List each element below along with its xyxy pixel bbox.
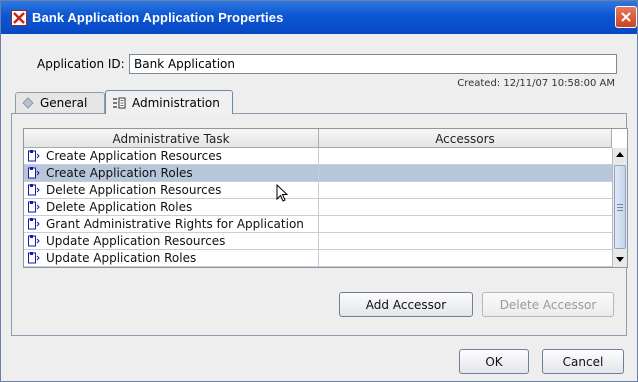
scroll-down-button[interactable] — [613, 253, 627, 267]
task-label: Update Application Resources — [46, 234, 226, 248]
window-title: Bank Application Application Properties — [32, 10, 284, 25]
column-header-task[interactable]: Administrative Task — [24, 129, 319, 148]
close-icon — [621, 12, 631, 22]
scroll-thumb[interactable] — [614, 165, 626, 249]
app-x-icon — [11, 9, 27, 26]
scroll-down-icon — [616, 257, 624, 262]
task-icon — [28, 150, 40, 162]
accessors-cell — [319, 199, 612, 215]
tab-administration-label: Administration — [132, 95, 220, 110]
table-body: Create Application Resources Create Appl… — [24, 148, 612, 267]
accessors-cell — [319, 148, 612, 164]
tab-administration[interactable]: Administration — [105, 90, 233, 114]
title-bar[interactable]: Bank Application Application Properties — [1, 1, 637, 34]
accessors-cell — [319, 233, 612, 249]
accessors-cell — [319, 250, 612, 266]
table-row[interactable]: Grant Administrative Rights for Applicat… — [24, 216, 612, 233]
table-header: Administrative Task Accessors — [24, 129, 612, 148]
table-row[interactable]: Delete Application Roles — [24, 199, 612, 216]
task-icon — [28, 235, 40, 247]
accessors-cell — [319, 216, 612, 232]
column-header-accessors[interactable]: Accessors — [319, 129, 612, 148]
task-label: Update Application Roles — [46, 251, 197, 265]
ok-button[interactable]: OK — [459, 349, 529, 374]
task-cell: Create Application Roles — [24, 165, 319, 181]
task-label: Delete Application Roles — [46, 200, 193, 214]
table-row[interactable]: Update Application Roles — [24, 250, 612, 267]
task-icon — [28, 218, 40, 230]
task-cell: Delete Application Resources — [24, 182, 319, 198]
task-icon — [28, 167, 40, 179]
task-label: Grant Administrative Rights for Applicat… — [46, 217, 304, 231]
admin-tab-icon — [112, 97, 126, 109]
task-cell: Update Application Resources — [24, 233, 319, 249]
scroll-up-icon — [616, 152, 624, 157]
scroll-up-button[interactable] — [613, 148, 627, 162]
created-timestamp: Created: 12/11/07 10:58:00 AM — [457, 78, 615, 89]
table-row[interactable]: Create Application Roles — [24, 165, 612, 182]
tasks-table: Administrative Task Accessors Create App… — [23, 128, 628, 268]
table-row[interactable]: Create Application Resources — [24, 148, 612, 165]
task-icon — [28, 184, 40, 196]
accessors-cell — [319, 182, 612, 198]
task-icon — [28, 252, 40, 264]
application-id-row: Application ID: — [1, 54, 637, 76]
mouse-cursor-icon — [276, 184, 289, 202]
tab-general[interactable]: General — [15, 92, 105, 113]
task-label: Create Application Resources — [46, 149, 222, 163]
table-scrollbar[interactable] — [612, 148, 627, 267]
table-row[interactable]: Update Application Resources — [24, 233, 612, 250]
close-button[interactable] — [615, 6, 637, 28]
task-label: Delete Application Resources — [46, 183, 222, 197]
tab-general-label: General — [40, 96, 88, 110]
accessors-cell — [319, 165, 612, 181]
task-cell: Grant Administrative Rights for Applicat… — [24, 216, 319, 232]
cancel-button[interactable]: Cancel — [542, 349, 624, 374]
task-icon — [28, 201, 40, 213]
application-id-label: Application ID: — [37, 57, 125, 71]
add-accessor-button[interactable]: Add Accessor — [339, 292, 473, 317]
task-label: Create Application Roles — [46, 166, 193, 180]
task-cell: Update Application Roles — [24, 250, 319, 266]
application-id-input[interactable] — [129, 54, 617, 74]
task-cell: Create Application Resources — [24, 148, 319, 164]
properties-dialog: Bank Application Application Properties … — [0, 0, 638, 382]
table-row[interactable]: Delete Application Resources — [24, 182, 612, 199]
delete-accessor-button[interactable]: Delete Accessor — [482, 292, 614, 317]
general-tab-icon — [22, 97, 34, 109]
task-cell: Delete Application Roles — [24, 199, 319, 215]
